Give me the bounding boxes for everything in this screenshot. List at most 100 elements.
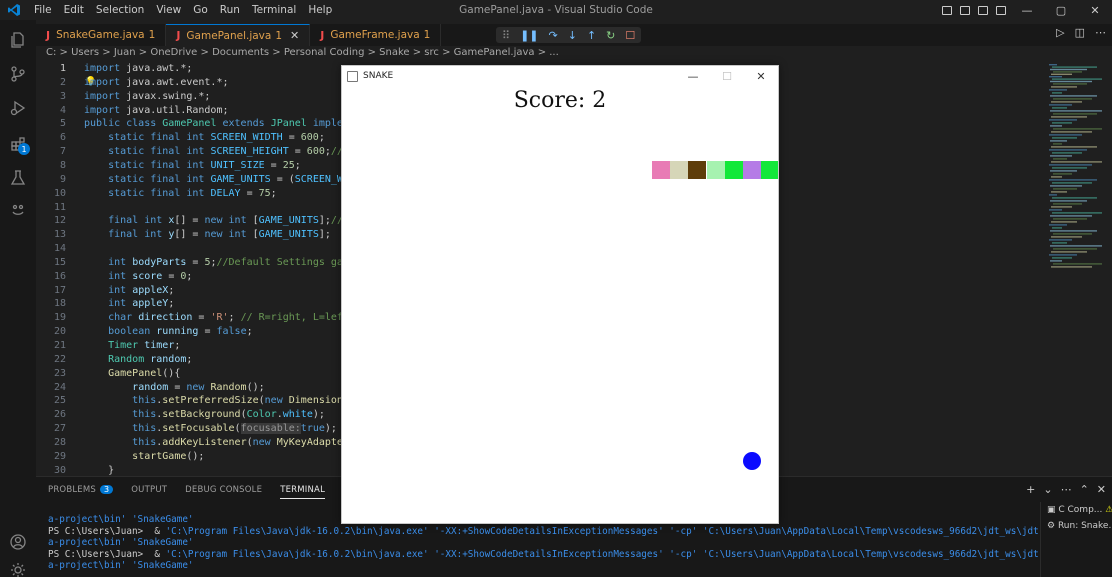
terminal-text: PS C:\Users\Juan> & bbox=[48, 525, 166, 537]
snake-segment bbox=[706, 161, 725, 179]
line-number: 10 bbox=[53, 187, 66, 199]
tab-label: SnakeGame.java bbox=[56, 29, 145, 41]
tab-gameframe[interactable]: J GameFrame.java 1 bbox=[310, 24, 442, 46]
tab-output[interactable]: OUTPUT bbox=[131, 485, 167, 499]
new-terminal-icon[interactable]: + bbox=[1026, 483, 1035, 496]
line-number: 28 bbox=[53, 436, 66, 448]
line-number: 22 bbox=[53, 353, 66, 365]
terminal-text: 'C:\Program Files\Java\jdk-16.0.2\bin\ja… bbox=[165, 548, 1038, 560]
panel-maximize-icon[interactable]: ⌃ bbox=[1080, 483, 1089, 496]
tab-terminal[interactable]: TERMINAL bbox=[280, 485, 326, 499]
split-editor-icon[interactable]: ◫ bbox=[1075, 26, 1085, 39]
code-text: startGame(); bbox=[132, 450, 205, 462]
line-number: 27 bbox=[53, 423, 66, 435]
menu-run[interactable]: Run bbox=[214, 0, 246, 20]
toggle-primary-sidebar-icon[interactable] bbox=[938, 0, 956, 20]
step-into-icon[interactable]: ↓ bbox=[568, 29, 577, 42]
line-number: 8 bbox=[59, 159, 66, 171]
line-number: 13 bbox=[53, 229, 66, 241]
panel-close-icon[interactable]: ✕ bbox=[1097, 483, 1106, 496]
menu-file[interactable]: File bbox=[28, 0, 58, 20]
tab-close-icon[interactable]: ✕ bbox=[290, 29, 299, 42]
line-number: 14 bbox=[53, 243, 66, 255]
line-number: 26 bbox=[53, 409, 66, 421]
snake-segment bbox=[688, 161, 707, 179]
customize-layout-icon[interactable] bbox=[992, 0, 1010, 20]
debug-toolbar: ⠿ ❚❚ ↷ ↓ ↑ ↻ ☐ bbox=[496, 27, 642, 43]
line-number: 18 bbox=[53, 298, 66, 310]
terminal-list: ▣ C Comp... ⚠ ⚙ Run: Snake... bbox=[1040, 502, 1112, 577]
explorer-icon[interactable] bbox=[0, 26, 36, 54]
code-text: int appleX; bbox=[108, 284, 175, 296]
snake-minimize-button[interactable]: — bbox=[676, 66, 710, 86]
maximize-button[interactable]: ▢ bbox=[1044, 0, 1078, 20]
drag-handle-icon[interactable]: ⠿ bbox=[502, 29, 510, 42]
stop-icon[interactable]: ☐ bbox=[625, 29, 635, 42]
manage-gear-icon[interactable] bbox=[0, 556, 36, 577]
pause-icon[interactable]: ❚❚ bbox=[520, 29, 538, 42]
code-text: this.setFocusable(focusable:true); bbox=[132, 423, 337, 435]
vscode-logo-icon bbox=[0, 0, 28, 20]
gear-icon: ⚙ bbox=[1047, 521, 1058, 531]
code-text: static final int DELAY = 75; bbox=[108, 187, 277, 199]
step-out-icon[interactable]: ↑ bbox=[587, 29, 596, 42]
line-number: 25 bbox=[53, 395, 66, 407]
code-text: static final int GAME_UNITS = (SCREEN_WI… bbox=[108, 173, 361, 185]
panel-more-icon[interactable]: ⋯ bbox=[1061, 483, 1072, 496]
tab-label: GameFrame.java bbox=[330, 29, 420, 41]
code-text: char direction = 'R'; // R=right, L=left… bbox=[108, 312, 355, 324]
code-text: import java.util.Random; bbox=[84, 104, 229, 116]
source-control-icon[interactable] bbox=[0, 60, 36, 88]
menu-selection[interactable]: Selection bbox=[90, 0, 150, 20]
minimize-button[interactable]: — bbox=[1010, 0, 1044, 20]
menu-go[interactable]: Go bbox=[187, 0, 214, 20]
toggle-secondary-sidebar-icon[interactable] bbox=[974, 0, 992, 20]
menu-terminal[interactable]: Terminal bbox=[246, 0, 302, 20]
code-text: } bbox=[84, 464, 115, 476]
snake-segment bbox=[652, 161, 670, 179]
step-over-icon[interactable]: ↷ bbox=[549, 29, 558, 42]
menu-edit[interactable]: Edit bbox=[58, 0, 90, 20]
line-number: 15 bbox=[53, 256, 66, 268]
breadcrumb[interactable]: C: > Users > Juan > OneDrive > Documents… bbox=[46, 47, 559, 61]
line-number: 16 bbox=[53, 270, 66, 282]
code-text: GamePanel(){ bbox=[108, 367, 181, 379]
terminal-dropdown-icon[interactable]: ⌄ bbox=[1043, 483, 1052, 496]
terminal-item-run-snake[interactable]: ⚙ Run: Snake... bbox=[1041, 518, 1112, 534]
testing-icon[interactable] bbox=[0, 164, 36, 192]
java-file-icon: J bbox=[46, 28, 51, 42]
snake-game-window[interactable]: SNAKE — ☐ ✕ Score: 2 bbox=[341, 65, 779, 524]
tab-snakegame[interactable]: J SnakeGame.java 1 bbox=[36, 24, 167, 46]
run-java-icon[interactable]: ▷ bbox=[1056, 26, 1064, 39]
menu-view[interactable]: View bbox=[150, 0, 187, 20]
line-number: 21 bbox=[53, 340, 66, 351]
menu-bar: File Edit Selection View Go Run Terminal Help bbox=[28, 0, 338, 20]
extensions-icon[interactable]: 1 bbox=[0, 130, 36, 158]
remote-explorer-icon[interactable] bbox=[0, 196, 36, 224]
tab-problems[interactable]: PROBLEMS 3 bbox=[48, 485, 114, 499]
line-number: 6 bbox=[59, 132, 66, 144]
snake-title-bar[interactable]: SNAKE — ☐ ✕ bbox=[342, 66, 778, 86]
toggle-panel-icon[interactable] bbox=[956, 0, 974, 20]
game-canvas[interactable]: Score: 2 bbox=[342, 86, 778, 523]
line-number: 20 bbox=[53, 326, 66, 338]
tab-debug-console[interactable]: DEBUG CONSOLE bbox=[185, 485, 262, 499]
line-number: 7 bbox=[59, 146, 66, 158]
line-number: 3 bbox=[59, 90, 66, 102]
run-and-debug-icon[interactable] bbox=[0, 94, 36, 122]
minimap[interactable] bbox=[1046, 62, 1112, 476]
restart-icon[interactable]: ↻ bbox=[606, 29, 615, 42]
snake-close-button[interactable]: ✕ bbox=[744, 66, 778, 86]
code-text: this.addKeyListener(new MyKeyAdapter() bbox=[132, 436, 361, 448]
terminal-item-c-compile[interactable]: ▣ C Comp... ⚠ bbox=[1041, 502, 1112, 518]
accounts-icon[interactable] bbox=[0, 528, 36, 556]
extensions-badge: 1 bbox=[18, 143, 30, 155]
terminal-icon: ▣ bbox=[1047, 505, 1059, 515]
terminal-text: a-project\bin' 'SnakeGame' bbox=[48, 514, 194, 525]
snake-maximize-button[interactable]: ☐ bbox=[710, 66, 744, 86]
tab-gamepanel[interactable]: J GamePanel.java 1 ✕ bbox=[166, 24, 311, 46]
menu-help[interactable]: Help bbox=[302, 0, 338, 20]
close-button[interactable]: ✕ bbox=[1078, 0, 1112, 20]
more-actions-icon[interactable]: ⋯ bbox=[1095, 26, 1106, 39]
java-file-icon: J bbox=[176, 29, 181, 42]
